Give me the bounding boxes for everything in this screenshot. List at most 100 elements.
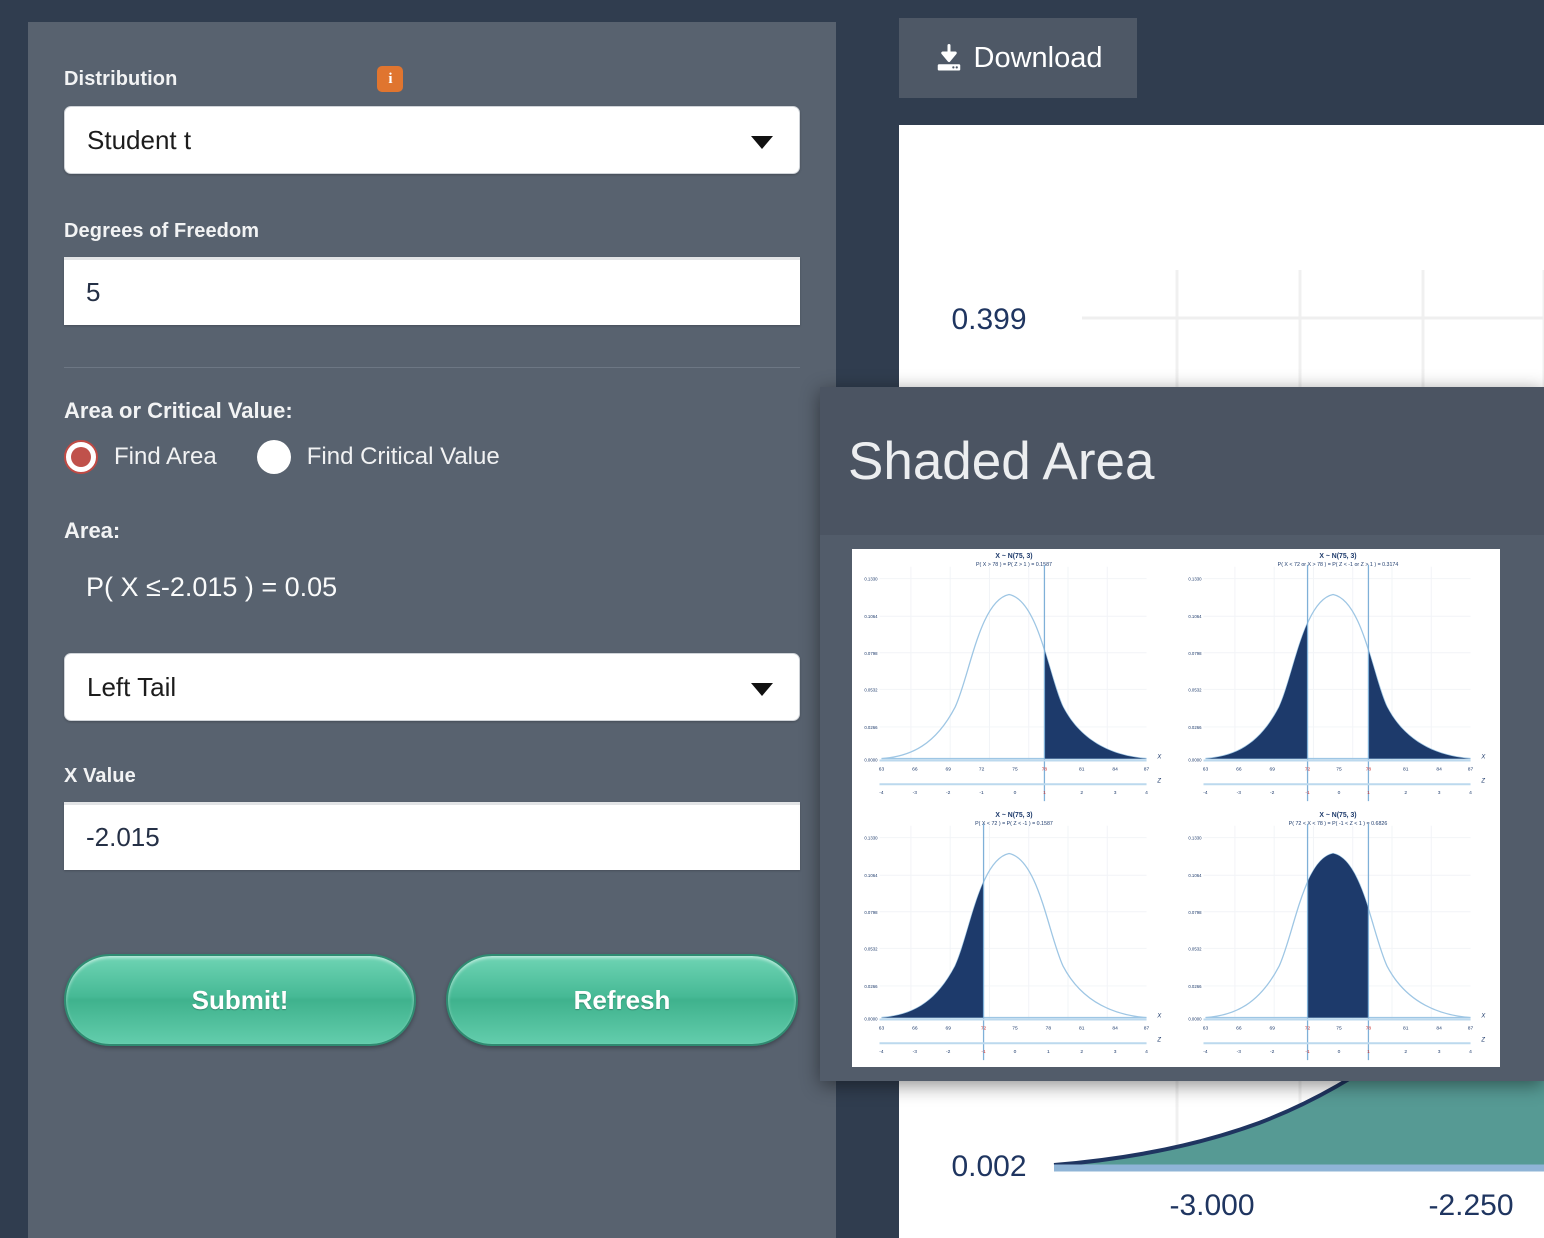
- svg-text:66: 66: [1236, 1025, 1242, 1031]
- svg-text:0.0266: 0.0266: [864, 725, 878, 730]
- svg-text:-3: -3: [913, 790, 918, 796]
- radio-find-critical-value[interactable]: [256, 440, 291, 474]
- svg-text:-4: -4: [1203, 790, 1208, 796]
- mini-plot-left-tail: X ~ N(75, 3) P( X < 72 ) = P( Z < -1 ) =…: [852, 808, 1176, 1067]
- download-button[interactable]: Download: [899, 18, 1137, 98]
- svg-text:66: 66: [912, 1025, 918, 1031]
- svg-text:0.0266: 0.0266: [1188, 725, 1202, 730]
- svg-text:87: 87: [1468, 1025, 1474, 1031]
- mode-label: Area or Critical Value:: [64, 398, 293, 423]
- svg-text:4: 4: [1469, 790, 1472, 796]
- svg-text:-3: -3: [913, 1049, 918, 1055]
- svg-text:Z: Z: [1480, 1037, 1485, 1043]
- svg-text:-4: -4: [879, 790, 884, 796]
- mini-title: X ~ N(75, 3): [1319, 812, 1356, 819]
- tail-select-value: Left Tail: [87, 671, 177, 702]
- svg-text:84: 84: [1112, 1025, 1118, 1031]
- refresh-button[interactable]: Refresh: [446, 954, 798, 1046]
- svg-text:0.1330: 0.1330: [864, 836, 878, 841]
- svg-text:0: 0: [1014, 1049, 1017, 1055]
- svg-text:78: 78: [1366, 1025, 1372, 1031]
- svg-text:81: 81: [1079, 1025, 1085, 1031]
- svg-text:81: 81: [1403, 1025, 1409, 1031]
- mini-title: X ~ N(75, 3): [995, 812, 1032, 819]
- svg-text:Z: Z: [1480, 778, 1485, 784]
- tail-select[interactable]: Left Tail: [64, 653, 800, 721]
- svg-text:3: 3: [1438, 1049, 1441, 1055]
- svg-text:-1: -1: [1305, 1049, 1310, 1055]
- distribution-label: Distribution: [64, 67, 178, 90]
- svg-text:0: 0: [1338, 790, 1341, 796]
- degrees-of-freedom-label: Degrees of Freedom: [64, 220, 260, 242]
- svg-text:0.1064: 0.1064: [1188, 614, 1202, 619]
- svg-text:84: 84: [1112, 766, 1118, 772]
- svg-text:63: 63: [879, 766, 885, 772]
- svg-text:0: 0: [1338, 1049, 1341, 1055]
- chart-ytick-0: 0.399: [951, 303, 1026, 336]
- svg-text:0.0000: 0.0000: [864, 758, 878, 763]
- shaded-area-thumbnail[interactable]: X ~ N(75, 3) P( X > 78 ) = P( Z > 1 ) = …: [852, 549, 1500, 1067]
- mini-subtitle: P( X < 72 or X > 78 ) = P( Z < -1 or Z >…: [1278, 562, 1399, 568]
- svg-text:1: 1: [1367, 1049, 1370, 1055]
- svg-text:3: 3: [1438, 790, 1441, 796]
- svg-text:0.0000: 0.0000: [1188, 1017, 1202, 1022]
- svg-text:0.0000: 0.0000: [864, 1017, 878, 1022]
- mini-plot-right-tail: X ~ N(75, 3) P( X > 78 ) = P( Z > 1 ) = …: [852, 549, 1176, 808]
- svg-text:0.0266: 0.0266: [864, 984, 878, 989]
- mini-title: X ~ N(75, 3): [1319, 553, 1356, 560]
- distribution-select[interactable]: Student t: [64, 106, 800, 174]
- degrees-of-freedom-value: 5: [86, 277, 101, 307]
- shaded-area-modal: Shaded Area X ~ N(75, 3) P(X > 78) = P…: [820, 387, 1544, 1081]
- svg-text:66: 66: [912, 766, 918, 772]
- svg-text:72: 72: [981, 1025, 987, 1031]
- mini-plot-middle: X ~ N(75, 3) P( 72 < X < 78 ) = P( -1 < …: [1176, 808, 1500, 1067]
- svg-text:0.0532: 0.0532: [864, 687, 878, 692]
- svg-text:87: 87: [1144, 766, 1150, 772]
- svg-text:72: 72: [979, 766, 985, 772]
- svg-text:69: 69: [1269, 766, 1275, 772]
- svg-text:0.0798: 0.0798: [1188, 651, 1202, 656]
- svg-text:75: 75: [1336, 1025, 1342, 1031]
- x-value-value: -2.015: [86, 822, 160, 852]
- section-divider: [64, 367, 800, 368]
- svg-text:0: 0: [1014, 790, 1017, 796]
- radio-find-area[interactable]: [64, 440, 98, 474]
- svg-text:0.0798: 0.0798: [1188, 910, 1202, 915]
- svg-text:-2: -2: [946, 790, 951, 796]
- modal-header: Shaded Area: [820, 387, 1544, 535]
- svg-text:1: 1: [1043, 790, 1046, 796]
- x-value-input[interactable]: -2.015: [64, 802, 800, 870]
- chart-xtick-0: -3.000: [1169, 1189, 1254, 1222]
- svg-text:0.0532: 0.0532: [1188, 946, 1202, 951]
- svg-text:3: 3: [1114, 790, 1117, 796]
- svg-text:84: 84: [1436, 1025, 1442, 1031]
- svg-text:1: 1: [1047, 1049, 1050, 1055]
- svg-text:Z: Z: [1156, 778, 1161, 784]
- mini-subtitle: P( X < 72 ) = P( Z < -1 ) = 0.1587: [975, 821, 1053, 827]
- svg-text:87: 87: [1468, 766, 1474, 772]
- svg-text:4: 4: [1145, 790, 1148, 796]
- svg-text:-3: -3: [1237, 1049, 1242, 1055]
- mini-subtitle: P( 72 < X < 78 ) = P( -1 < Z < 1 ) = 0.6…: [1289, 821, 1388, 827]
- svg-text:0.1330: 0.1330: [1188, 836, 1202, 841]
- area-expression: P( X ≤-2.015 ) = 0.05: [86, 572, 338, 602]
- svg-text:-4: -4: [1203, 1049, 1208, 1055]
- mode-radio-group: Find Area Find Critical Value: [64, 440, 800, 474]
- svg-text:78: 78: [1042, 766, 1048, 772]
- svg-text:4: 4: [1145, 1049, 1148, 1055]
- svg-text:0.0532: 0.0532: [1188, 687, 1202, 692]
- svg-text:72: 72: [1305, 766, 1311, 772]
- svg-text:87: 87: [1144, 1025, 1150, 1031]
- submit-button[interactable]: Submit!: [64, 954, 416, 1046]
- svg-text:0.1330: 0.1330: [864, 577, 878, 582]
- svg-text:3: 3: [1114, 1049, 1117, 1055]
- svg-text:-1: -1: [1305, 790, 1310, 796]
- info-icon[interactable]: i: [377, 66, 404, 92]
- svg-text:-1: -1: [981, 1049, 986, 1055]
- radio-find-critical-value-label: Find Critical Value: [306, 443, 500, 470]
- degrees-of-freedom-input[interactable]: 5: [64, 257, 800, 325]
- svg-text:75: 75: [1012, 766, 1018, 772]
- svg-text:-3: -3: [1237, 790, 1242, 796]
- svg-text:-2: -2: [1270, 790, 1275, 796]
- svg-text:-2: -2: [1270, 1049, 1275, 1055]
